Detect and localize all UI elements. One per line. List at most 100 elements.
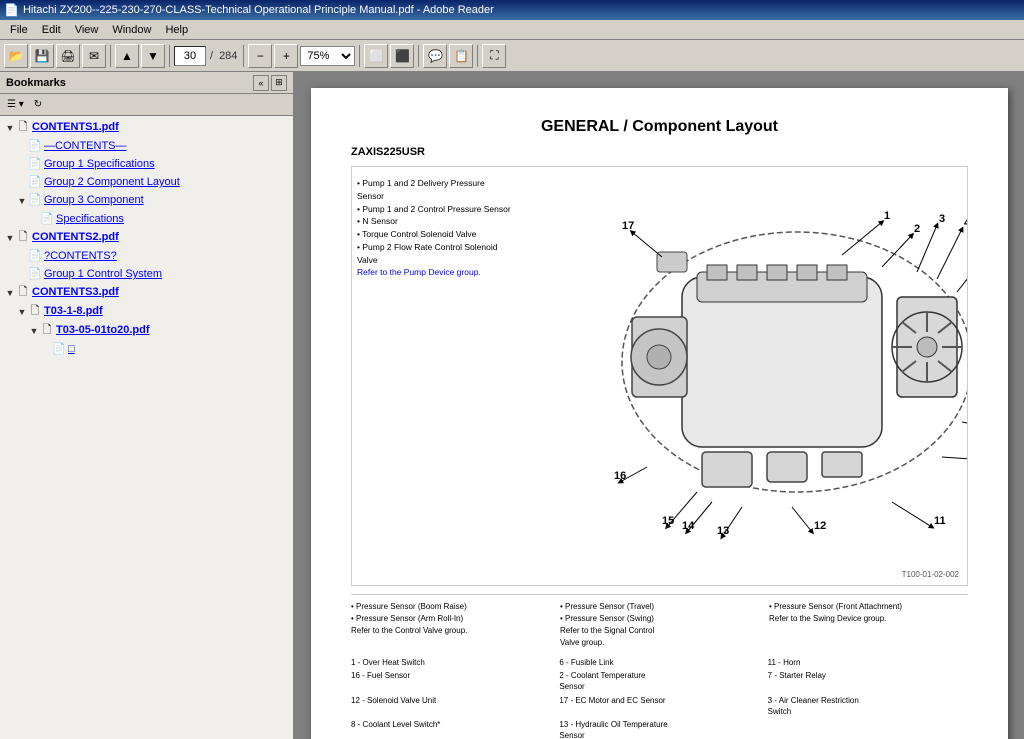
label-group3comp: Group 3 Component	[42, 192, 293, 208]
zoom-select[interactable]: 75% 100% 125% 150%	[300, 46, 355, 66]
svg-text:16: 16	[614, 470, 626, 482]
numbered-item-6: 6 - Fusible Link	[559, 657, 759, 668]
print-button[interactable]: 🖨	[56, 44, 80, 68]
app-icon: 📄	[4, 3, 19, 17]
toolbar: 📂 💾 🖨 ✉ ▲ ▼ / 284 − + 75% 100% 125% 150%…	[0, 40, 1024, 72]
numbered-item-7: 7 - Starter Relay	[768, 670, 968, 692]
bookmarks-title: Bookmarks	[6, 77, 66, 89]
save-button[interactable]: 💾	[30, 44, 54, 68]
sep1	[110, 45, 111, 67]
tree-item-group1spec[interactable]: 📄 Group 1 Specifications	[0, 155, 293, 173]
email-button[interactable]: ✉	[82, 44, 106, 68]
title-bar: 📄 Hitachi ZX200--225-230-270-CLASS-Techn…	[0, 0, 1024, 20]
label-blank: □	[66, 341, 293, 357]
file-icon-group3spec: 📄	[40, 211, 54, 227]
pdf-area[interactable]: GENERAL / Component Layout ZAXIS225USR •…	[295, 72, 1024, 739]
open-button[interactable]: 📂	[4, 44, 28, 68]
expand-group3comp[interactable]: ▼	[16, 193, 28, 209]
comment-button[interactable]: 💬	[423, 44, 447, 68]
bottom-label-center-2: • Pressure Sensor (Swing)	[560, 613, 759, 625]
expand-contents1[interactable]: ▼	[4, 120, 16, 136]
file-icon-group2comp: 📄	[28, 174, 42, 190]
bottom-label-right-2: Refer to the Swing Device group.	[769, 613, 968, 625]
bookmarks-collapse-btn[interactable]: «	[253, 75, 269, 91]
tree-item-group3comp[interactable]: ▼ 📄 Group 3 Component	[0, 191, 293, 210]
main-container: Bookmarks « ⊞ ☰ ▾ ↻ ▼ 🗋 CONTENTS1.pdf 📄	[0, 72, 1024, 739]
pdf-page: GENERAL / Component Layout ZAXIS225USR •…	[311, 88, 1008, 739]
svg-text:4: 4	[964, 217, 968, 229]
numbered-item-1: 1 - Over Heat Switch	[351, 657, 551, 668]
pdf-bottom-labels: • Pressure Sensor (Boom Raise) • Pressur…	[351, 601, 968, 649]
bookmarks-options-btn[interactable]: ⊞	[271, 75, 287, 91]
label-t03-1-8: T03-1-8.pdf	[42, 303, 293, 319]
file-icon-blank: 📄	[52, 341, 66, 357]
tree-item-contents2-q[interactable]: 📄 ?CONTENTS?	[0, 247, 293, 265]
bottom-label-left-3: Refer to the Control Valve group.	[351, 625, 550, 637]
svg-text:2: 2	[914, 223, 920, 235]
numbered-item-17: 17 - EC Motor and EC Sensor	[559, 695, 759, 717]
bookmarks-refresh-btn[interactable]: ↻	[31, 96, 45, 114]
markup-button[interactable]: 📋	[449, 44, 473, 68]
menu-file[interactable]: File	[4, 23, 34, 37]
pdf-note-box: • Pump 1 and 2 Delivery Pressure Sensor …	[357, 177, 512, 279]
sep2	[169, 45, 170, 67]
menu-window[interactable]: Window	[106, 23, 157, 37]
fit-page-button[interactable]: ⬜	[364, 44, 388, 68]
tree-item-group2comp[interactable]: 📄 Group 2 Component Layout	[0, 173, 293, 191]
label-contents2-q: ?CONTENTS?	[42, 248, 293, 264]
tree-item-blank[interactable]: 📄 □	[0, 340, 293, 358]
svg-text:1: 1	[884, 210, 890, 222]
tree-item-contents3[interactable]: ▼ 🗋 CONTENTS3.pdf	[0, 283, 293, 302]
menu-help[interactable]: Help	[159, 23, 194, 37]
fit-width-button[interactable]: ⬛	[390, 44, 414, 68]
expand-contents2[interactable]: ▼	[4, 230, 16, 246]
file-icon-contents3: 🗋	[16, 284, 30, 300]
svg-text:12: 12	[814, 520, 826, 532]
prev-page-button[interactable]: ▲	[115, 44, 139, 68]
total-pages: 284	[219, 50, 237, 62]
menu-view[interactable]: View	[69, 23, 105, 37]
bottom-label-right-1: • Pressure Sensor (Front Attachment)	[769, 601, 968, 613]
svg-text:3: 3	[939, 213, 945, 225]
svg-text:17: 17	[622, 220, 634, 232]
file-icon-group1ctrl: 📄	[28, 266, 42, 282]
label-contents2: CONTENTS2.pdf	[30, 229, 293, 245]
expand-contents3[interactable]: ▼	[4, 285, 16, 301]
fullscreen-button[interactable]: ⛶	[482, 44, 506, 68]
bottom-label-right: • Pressure Sensor (Front Attachment) Ref…	[769, 601, 968, 649]
bottom-label-center-3: Refer to the Signal Control	[560, 625, 759, 637]
zoom-out-button[interactable]: −	[248, 44, 272, 68]
file-icon-contents2: 🗋	[16, 229, 30, 245]
file-icon-dash: 📄	[28, 138, 42, 154]
numbered-item-12: 12 - Solenoid Valve Unit	[351, 695, 551, 717]
pdf-diagram-area: • Pump 1 and 2 Delivery Pressure Sensor …	[351, 166, 968, 586]
page-number-input[interactable]	[174, 46, 206, 66]
label-group2comp: Group 2 Component Layout	[42, 174, 293, 190]
tree-item-group1ctrl[interactable]: 📄 Group 1 Control System	[0, 265, 293, 283]
next-page-button[interactable]: ▼	[141, 44, 165, 68]
bookmarks-panel: Bookmarks « ⊞ ☰ ▾ ↻ ▼ 🗋 CONTENTS1.pdf 📄	[0, 72, 295, 739]
tree-item-t03-1-8[interactable]: ▼ 🗋 T03-1-8.pdf	[0, 302, 293, 321]
page-separator: /	[210, 50, 213, 62]
bookmarks-sort-btn[interactable]: ☰ ▾	[4, 96, 27, 114]
label-group1ctrl: Group 1 Control System	[42, 266, 293, 282]
tree-item-contents1[interactable]: ▼ 🗋 CONTENTS1.pdf	[0, 118, 293, 137]
bottom-label-left-2: • Pressure Sensor (Arm Roll-In)	[351, 613, 550, 625]
tree-item-group3spec[interactable]: 📄 Specifications	[0, 210, 293, 228]
tree-item-t03-05[interactable]: ▼ 🗋 T03-05-01to20.pdf	[0, 321, 293, 340]
bookmarks-header: Bookmarks « ⊞	[0, 72, 293, 94]
menu-edit[interactable]: Edit	[36, 23, 67, 37]
zoom-in-button[interactable]: +	[274, 44, 298, 68]
tree-item-contents-dash[interactable]: 📄 —CONTENTS—	[0, 137, 293, 155]
svg-text:14: 14	[682, 520, 695, 532]
expand-t03-1-8[interactable]: ▼	[16, 304, 28, 320]
label-contents1: CONTENTS1.pdf	[30, 119, 293, 135]
bottom-label-left: • Pressure Sensor (Boom Raise) • Pressur…	[351, 601, 550, 649]
tree-item-contents2[interactable]: ▼ 🗋 CONTENTS2.pdf	[0, 228, 293, 247]
numbered-item-3: 3 - Air Cleaner Restriction Switch	[768, 695, 968, 717]
label-contents-dash: —CONTENTS—	[42, 138, 293, 154]
bookmarks-tree[interactable]: ▼ 🗋 CONTENTS1.pdf 📄 —CONTENTS— 📄 Group 1…	[0, 116, 293, 739]
file-icon-contents1: 🗋	[16, 119, 30, 135]
file-icon-t03-05: 🗋	[40, 322, 54, 338]
expand-t03-05[interactable]: ▼	[28, 323, 40, 339]
